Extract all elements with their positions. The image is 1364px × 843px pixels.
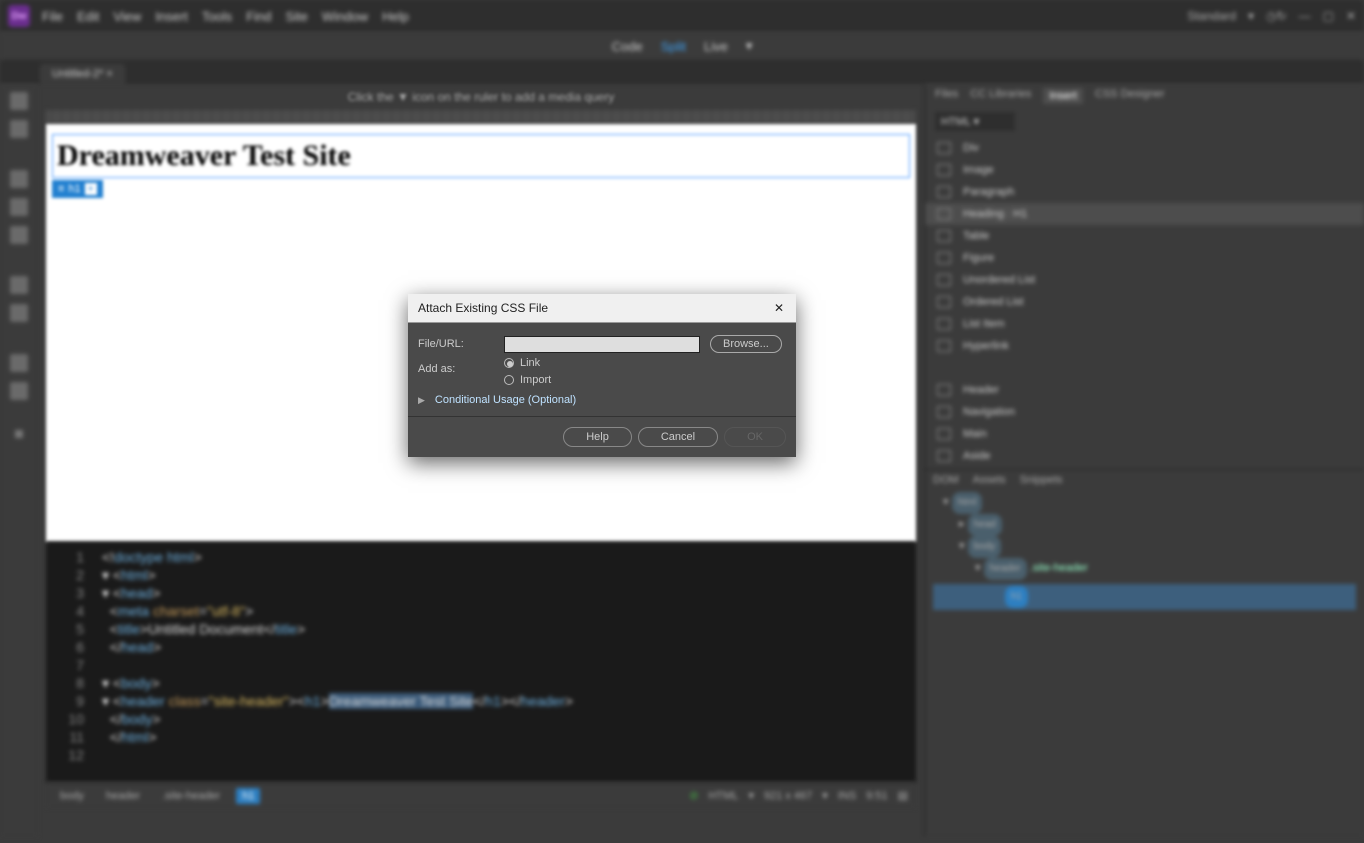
menu-edit[interactable]: Edit — [77, 9, 99, 24]
plus-icon[interactable]: + — [85, 183, 97, 195]
browse-button[interactable]: Browse... — [710, 335, 782, 353]
cancel-button[interactable]: Cancel — [638, 427, 718, 447]
tool-icon[interactable] — [10, 92, 28, 110]
menu-tools[interactable]: Tools — [202, 9, 232, 24]
insert-header[interactable]: Header — [925, 379, 1364, 401]
view-split[interactable]: Split — [661, 39, 686, 54]
more-icon[interactable] — [15, 430, 23, 438]
chevron-right-icon: ▶ — [418, 395, 425, 406]
tool-icon[interactable] — [10, 226, 28, 244]
status-bar: body header .site-header h1 ⊘ HTML▾ 921 … — [46, 782, 916, 808]
menu-find[interactable]: Find — [246, 9, 271, 24]
insert-hyperlink[interactable]: Hyperlink — [925, 335, 1364, 357]
insert-div[interactable]: Div — [925, 137, 1364, 159]
page-heading[interactable]: Dreamweaver Test Site — [53, 135, 909, 177]
conditional-usage-toggle[interactable]: ▶ Conditional Usage (Optional) — [418, 394, 786, 406]
attach-css-dialog: Attach Existing CSS File ✕ File/URL: Bro… — [408, 294, 796, 457]
dom-tree[interactable]: ▾ html ▸ head ▾ body ▾ header .site-head… — [933, 492, 1356, 610]
panel-tab-insert[interactable]: Insert — [1043, 88, 1083, 104]
tool-icon[interactable] — [10, 382, 28, 400]
insert-aside[interactable]: Aside — [925, 445, 1364, 467]
tool-icon[interactable] — [10, 276, 28, 294]
chip-label: h1 — [68, 183, 80, 195]
insert-figure[interactable]: Figure — [925, 247, 1364, 269]
dom-tab[interactable]: DOM — [933, 474, 959, 486]
close-icon[interactable]: ✕ — [772, 301, 786, 315]
status-dims[interactable]: 921 x 467 — [764, 790, 812, 802]
insert-main[interactable]: Main — [925, 423, 1364, 445]
assets-tab[interactable]: Assets — [973, 474, 1006, 486]
code-view[interactable]: 1<!doctype html> 2▾ <html> 3▾ <head> 4 <… — [46, 542, 916, 782]
document-tab[interactable]: Untitled-2* × — [40, 64, 125, 84]
document-tab-label: Untitled-2* — [52, 68, 103, 80]
insert-image[interactable]: Image — [925, 159, 1364, 181]
device-preview-icon[interactable]: ▤ — [898, 789, 908, 802]
close-window-icon[interactable]: ✕ — [1346, 9, 1356, 23]
insert-li[interactable]: List Item — [925, 313, 1364, 335]
workspace-switcher[interactable]: Standard — [1187, 9, 1236, 23]
tool-icon[interactable] — [10, 354, 28, 372]
view-live[interactable]: Live — [704, 39, 728, 54]
insert-heading[interactable]: Heading : H1 — [925, 203, 1364, 225]
crumb-class[interactable]: .site-header — [156, 788, 226, 804]
dialog-title: Attach Existing CSS File — [418, 301, 548, 315]
help-button[interactable]: Help — [563, 427, 632, 447]
insert-paragraph[interactable]: Paragraph — [925, 181, 1364, 203]
view-code[interactable]: Code — [612, 39, 643, 54]
panel-tabs: Files CC Libraries Insert CSS Designer — [925, 84, 1364, 108]
insert-nav[interactable]: Navigation — [925, 401, 1364, 423]
media-query-hint: Click the ▼ icon on the ruler to add a m… — [38, 84, 924, 110]
panel-tab-cssdesigner[interactable]: CSS Designer — [1095, 88, 1165, 104]
menu-site[interactable]: Site — [285, 9, 307, 24]
chevron-down-icon[interactable]: ▾ — [746, 38, 753, 54]
tool-icon[interactable] — [10, 304, 28, 322]
menu-help[interactable]: Help — [382, 9, 409, 24]
vertical-toolbar — [0, 84, 38, 837]
radio-link[interactable]: Link — [504, 357, 786, 369]
status-ins: INS — [838, 790, 856, 802]
sync-icon[interactable]: ◷↻ — [1266, 9, 1287, 23]
tool-icon[interactable] — [10, 120, 28, 138]
menu-view[interactable]: View — [113, 9, 141, 24]
app-logo: Dw — [8, 5, 30, 27]
panel-tab-cc[interactable]: CC Libraries — [970, 88, 1031, 104]
insert-category-dropdown[interactable]: HTML ▾ — [935, 112, 1015, 131]
status-doctype[interactable]: HTML — [708, 790, 738, 802]
insert-list: Div Image Paragraph Heading : H1 Table F… — [925, 135, 1364, 469]
insert-ul[interactable]: Unordered List — [925, 269, 1364, 291]
chevron-down-icon: ▾ — [1248, 9, 1254, 23]
maximize-icon[interactable]: ▢ — [1323, 9, 1334, 23]
menu-file[interactable]: File — [42, 9, 63, 24]
menu-insert[interactable]: Insert — [155, 9, 188, 24]
radio-import[interactable]: Import — [504, 374, 786, 386]
insert-table[interactable]: Table — [925, 225, 1364, 247]
crumb-body[interactable]: body — [54, 788, 90, 804]
tool-icon[interactable] — [10, 170, 28, 188]
ok-button[interactable]: OK — [724, 427, 786, 447]
menubar: File Edit View Insert Tools Find Site Wi… — [42, 9, 409, 24]
menu-window[interactable]: Window — [322, 9, 368, 24]
insert-ol[interactable]: Ordered List — [925, 291, 1364, 313]
add-as-label: Add as: — [418, 363, 504, 375]
minimize-icon[interactable]: — — [1299, 9, 1311, 23]
status-pos: 9:51 — [866, 790, 887, 802]
crumb-h1[interactable]: h1 — [236, 788, 260, 804]
snippets-tab[interactable]: Snippets — [1020, 474, 1063, 486]
panel-tab-files[interactable]: Files — [935, 88, 958, 104]
file-url-input[interactable] — [504, 336, 700, 353]
tool-icon[interactable] — [10, 198, 28, 216]
ruler[interactable] — [46, 110, 916, 124]
crumb-header[interactable]: header — [100, 788, 146, 804]
file-url-label: File/URL: — [418, 338, 504, 350]
element-selector-chip[interactable]: ≡h1 + — [52, 180, 103, 198]
